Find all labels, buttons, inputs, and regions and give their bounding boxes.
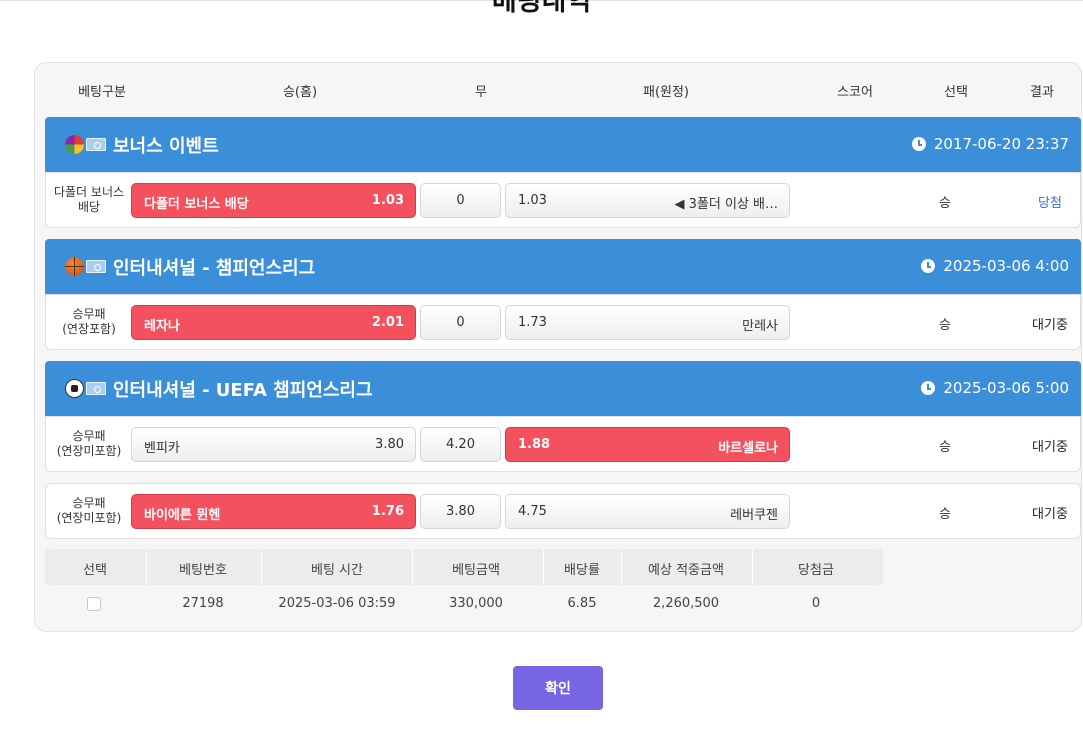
league-name: 인터내셔널 - 챔피언스리그 xyxy=(113,258,316,279)
away-odds: 1.03 xyxy=(518,193,547,208)
col-bet-type: 베팅구분 xyxy=(78,85,126,100)
bonus-ball-icon xyxy=(65,135,84,154)
col-choice: 선택 xyxy=(944,85,968,100)
summary-header: 선택 베팅번호 베팅 시간 베팅금액 배당률 예상 적중금액 당첨금 xyxy=(45,549,883,585)
confirm-button[interactable]: 확인 xyxy=(513,666,603,710)
soccer-ball-icon xyxy=(65,379,84,398)
draw-odds: 3.80 xyxy=(446,504,475,519)
away-odds-button[interactable]: 4.75 레버쿠젠 xyxy=(505,494,790,529)
home-odds: 3.80 xyxy=(375,437,404,452)
bet-type: 다폴더 보너스 배당 xyxy=(53,185,125,214)
league-name: 인터내셔널 - UEFA 챔피언스리그 xyxy=(113,380,373,401)
home-odds: 1.03 xyxy=(371,193,404,208)
away-team: 바르셀로나 xyxy=(718,441,778,456)
clock-icon xyxy=(921,381,936,395)
summary-col-bet-no: 베팅번호 xyxy=(179,563,227,578)
total-odds: 6.85 xyxy=(567,596,597,611)
league-bar: 인터내셔널 - 챔피언스리그 2025-03-06 4:00 xyxy=(45,239,1081,295)
bet-row: 다폴더 보너스 배당 다폴더 보너스 배당 1.03 0 1.03 ◀ 3폴더 이… xyxy=(45,172,1081,228)
bet-row: 승무패 (연장미포함) 벤피카 3.80 4.20 1.88 바르셀로나 승 대기… xyxy=(45,416,1081,472)
home-odds-button[interactable]: 다폴더 보너스 배당 1.03 xyxy=(131,183,416,218)
league-bar: 보너스 이벤트 2017-06-20 23:37 xyxy=(45,117,1081,173)
home-odds: 1.76 xyxy=(371,504,404,519)
away-team: ◀ 3폴더 이상 배… xyxy=(674,197,778,212)
summary-col-amount: 베팅금액 xyxy=(452,563,500,578)
away-odds: 1.88 xyxy=(518,437,551,452)
col-result: 결과 xyxy=(1030,85,1054,100)
away-odds-button[interactable]: 1.03 ◀ 3폴더 이상 배… xyxy=(505,183,790,218)
summary-col-prize: 당첨금 xyxy=(798,563,834,578)
home-odds-button[interactable]: 바이에른 뮌헨 1.76 xyxy=(131,494,416,529)
league-bar: 인터내셔널 - UEFA 챔피언스리그 2025-03-06 5:00 xyxy=(45,361,1081,417)
select-checkbox[interactable] xyxy=(87,597,101,611)
summary-row: 27198 2025-03-06 03:59 330,000 6.85 2,26… xyxy=(45,585,883,625)
bet-choice: 승 xyxy=(939,440,951,455)
col-home-win: 승(홈) xyxy=(282,85,318,100)
away-odds-button[interactable]: 1.73 만레사 xyxy=(505,305,790,340)
col-away-loss: 패(원정) xyxy=(642,85,690,100)
away-odds-button[interactable]: 1.88 바르셀로나 xyxy=(505,427,790,462)
away-odds: 4.75 xyxy=(518,504,547,519)
league-time: 2025-03-06 5:00 xyxy=(921,379,1069,397)
summary-col-odds: 배당률 xyxy=(564,563,600,578)
column-header: 베팅구분 승(홈) 무 패(원정) 스코어 선택 결과 xyxy=(35,63,1081,115)
draw-odds: 0 xyxy=(456,193,465,208)
away-odds: 1.73 xyxy=(518,315,547,330)
home-odds: 2.01 xyxy=(371,315,404,330)
match-time: 2025-03-06 4:00 xyxy=(943,257,1069,275)
home-team: 바이에른 뮌헨 xyxy=(144,508,221,523)
summary-col-select: 선택 xyxy=(83,563,107,578)
home-team: 다폴더 보너스 배당 xyxy=(144,197,249,212)
bet-number: 27198 xyxy=(182,596,224,611)
draw-odds-button[interactable]: 4.20 xyxy=(420,427,501,462)
bet-amount: 330,000 xyxy=(449,596,503,611)
draw-odds: 0 xyxy=(456,315,465,330)
basketball-icon xyxy=(65,257,84,276)
home-team: 벤피카 xyxy=(144,441,180,456)
page-title: 베팅내역 xyxy=(491,0,592,17)
prize-amount: 0 xyxy=(811,596,821,611)
match-time: 2025-03-06 5:00 xyxy=(943,379,1069,397)
draw-odds-button[interactable]: 0 xyxy=(420,305,501,340)
bet-row: 승무패 (연장포함) 레자나 2.01 0 1.73 만레사 승 대기중 xyxy=(45,294,1081,350)
bet-time: 2025-03-06 03:59 xyxy=(278,596,396,611)
bet-choice: 승 xyxy=(939,196,951,211)
expected-amount: 2,260,500 xyxy=(652,596,720,611)
bet-choice: 승 xyxy=(939,318,951,333)
bet-result: 당첨 xyxy=(1038,196,1062,211)
col-score: 스코어 xyxy=(837,85,873,100)
summary-col-time: 베팅 시간 xyxy=(311,563,363,578)
bet-result: 대기중 xyxy=(1032,440,1068,455)
international-flag-icon xyxy=(86,260,106,273)
league-time: 2025-03-06 4:00 xyxy=(921,257,1069,275)
draw-odds-button[interactable]: 3.80 xyxy=(420,494,501,529)
summary-col-expected: 예상 적중금액 xyxy=(648,563,724,578)
home-odds-button[interactable]: 벤피카 3.80 xyxy=(131,427,416,462)
bet-type: 승무패 (연장미포함) xyxy=(56,496,122,525)
home-odds-button[interactable]: 레자나 2.01 xyxy=(131,305,416,340)
bet-result: 대기중 xyxy=(1032,318,1068,333)
away-team: 만레사 xyxy=(742,319,778,334)
bet-type: 승무패 (연장포함) xyxy=(62,307,116,336)
international-flag-icon xyxy=(86,138,106,151)
draw-odds: 4.20 xyxy=(446,437,475,452)
bet-type: 승무패 (연장미포함) xyxy=(56,429,122,458)
bet-row: 승무패 (연장미포함) 바이에른 뮌헨 1.76 3.80 4.75 레버쿠젠 승… xyxy=(45,483,1081,539)
draw-odds-button[interactable]: 0 xyxy=(420,183,501,218)
match-time: 2017-06-20 23:37 xyxy=(933,135,1069,153)
international-flag-icon xyxy=(86,382,106,395)
home-team: 레자나 xyxy=(144,319,180,334)
league-name: 보너스 이벤트 xyxy=(113,136,219,157)
col-draw: 무 xyxy=(475,85,487,100)
clock-icon xyxy=(911,137,926,151)
away-team: 레버쿠젠 xyxy=(730,508,778,523)
bet-choice: 승 xyxy=(939,507,951,522)
league-time: 2017-06-20 23:37 xyxy=(911,135,1069,153)
bet-history-card: 베팅구분 승(홈) 무 패(원정) 스코어 선택 결과 보너스 이벤트 2017… xyxy=(34,62,1082,632)
bet-result: 대기중 xyxy=(1032,507,1068,522)
clock-icon xyxy=(921,259,936,273)
